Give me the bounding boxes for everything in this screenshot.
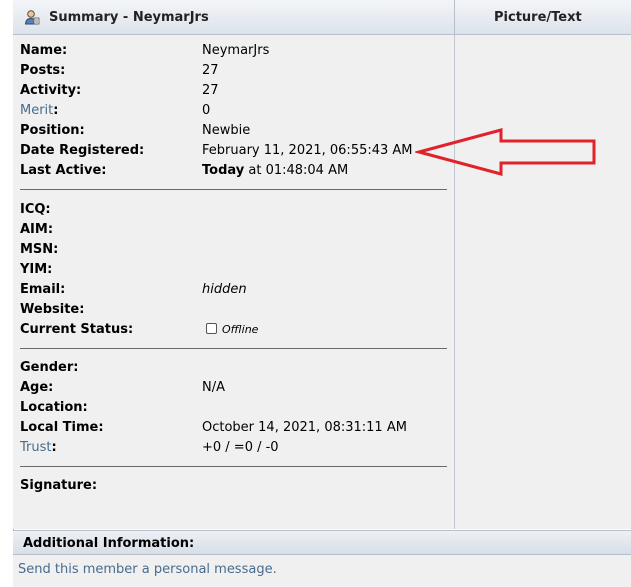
signature-label: Signature:: [20, 478, 98, 493]
icq-label: ICQ:: [20, 202, 51, 217]
msn-label: MSN:: [20, 242, 59, 257]
email-value: hidden: [202, 282, 247, 297]
local-time-value: October 14, 2021, 08:31:11 AM: [202, 420, 407, 435]
email-label: Email:: [20, 282, 66, 297]
gender-label: Gender:: [20, 360, 79, 375]
yim-label: YIM:: [20, 262, 53, 277]
status-label: Current Status:: [20, 322, 134, 337]
merit-label-wrap: Merit:: [20, 103, 58, 118]
name-label: Name:: [20, 43, 68, 58]
merit-link[interactable]: Merit: [20, 103, 53, 118]
summary-header: Summary - NeymarJrs: [13, 0, 454, 35]
picture-title: Picture/Text: [494, 10, 582, 25]
age-label: Age:: [20, 380, 54, 395]
last-active-label: Last Active:: [20, 163, 107, 178]
last-active-value: Today at 01:48:04 AM: [202, 163, 348, 178]
offline-status-icon: [206, 323, 217, 334]
position-value: Newbie: [202, 123, 251, 138]
summary-panel: Name: NeymarJrs Posts: 27 Activity: 27 M…: [13, 35, 454, 529]
name-value: NeymarJrs: [202, 43, 270, 58]
posts-value: 27: [202, 63, 219, 78]
status-value: Offline: [222, 323, 259, 336]
location-label: Location:: [20, 400, 88, 415]
aim-label: AIM:: [20, 222, 54, 237]
posts-label: Posts:: [20, 63, 66, 78]
last-active-today: Today: [202, 163, 245, 178]
user-icon: [24, 10, 40, 25]
divider: [20, 348, 447, 349]
trust-value: +0 / =0 / -0: [202, 440, 279, 455]
merit-colon: :: [53, 103, 59, 118]
picture-header: Picture/Text: [454, 0, 631, 35]
merit-value: 0: [202, 103, 211, 118]
divider: [20, 189, 447, 190]
send-pm-link[interactable]: Send this member a personal message.: [18, 562, 277, 577]
summary-title: Summary - NeymarJrs: [49, 10, 209, 25]
website-label: Website:: [20, 302, 85, 317]
activity-label: Activity:: [20, 83, 82, 98]
trust-colon: :: [51, 440, 57, 455]
additional-info-title: Additional Information:: [23, 536, 195, 551]
additional-info-header: Additional Information:: [13, 530, 631, 555]
additional-info-body: Send this member a personal message.: [13, 555, 631, 587]
position-label: Position:: [20, 123, 85, 138]
registered-label: Date Registered:: [20, 143, 145, 158]
registered-value: February 11, 2021, 06:55:43 AM: [202, 143, 413, 158]
age-value: N/A: [202, 380, 225, 395]
activity-value: 27: [202, 83, 219, 98]
local-time-label: Local Time:: [20, 420, 104, 435]
status-value-wrap: Offline: [206, 322, 258, 337]
trust-label-wrap: Trust:: [20, 440, 57, 455]
picture-panel: [454, 35, 631, 529]
trust-link[interactable]: Trust: [20, 440, 51, 455]
last-active-time: at 01:48:04 AM: [244, 163, 349, 178]
annotation-arrow-icon: [415, 128, 596, 176]
divider: [20, 466, 447, 467]
